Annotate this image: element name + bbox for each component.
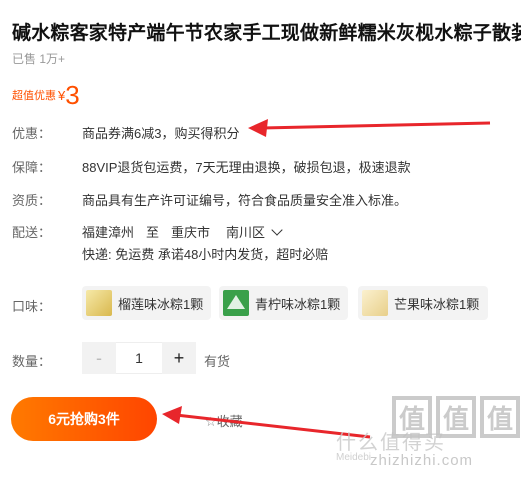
arrow-promo <box>248 119 491 137</box>
watermark-box-3: 值 <box>480 396 520 438</box>
watermark-box-1: 值 <box>392 396 432 438</box>
watermark-url: zhizhizhi.com <box>370 452 474 469</box>
watermark-meidebi: Meidebi <box>336 452 372 463</box>
watermark-box-2: 值 <box>436 396 476 438</box>
